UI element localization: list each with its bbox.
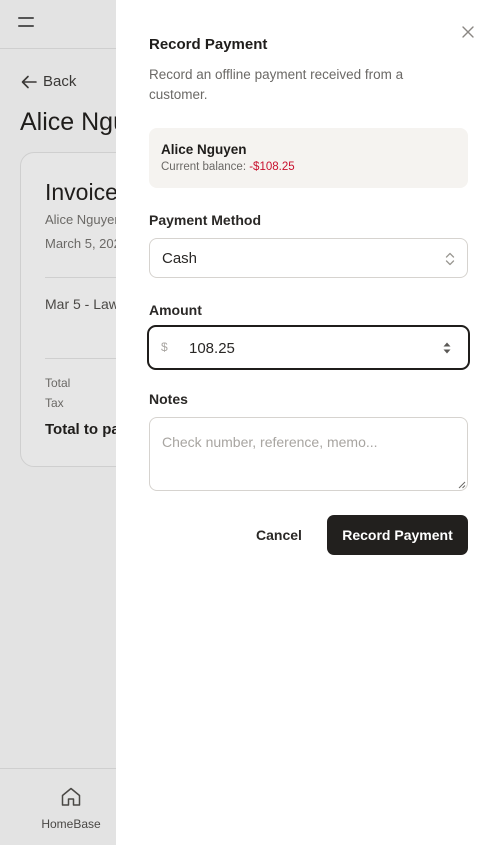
number-stepper-icon[interactable]	[442, 340, 452, 356]
invoice-title: Invoice	[45, 179, 118, 205]
resize-handle-icon[interactable]	[457, 480, 466, 489]
cancel-button[interactable]: Cancel	[246, 515, 312, 555]
notes-label: Notes	[149, 391, 188, 407]
invoice-total-label: Total	[45, 376, 71, 390]
home-icon	[61, 787, 81, 806]
notes-textarea[interactable]	[149, 417, 468, 491]
nav-home-label: HomeBase	[41, 817, 101, 831]
record-payment-button[interactable]: Record Payment	[327, 515, 468, 555]
drawer-description: Record an offline payment received from …	[149, 67, 404, 102]
back-link[interactable]: Back	[21, 73, 76, 90]
back-label: Back	[43, 73, 77, 90]
current-balance-label: Current balance:	[161, 161, 250, 173]
nav-item-home[interactable]: HomeBase	[41, 785, 101, 831]
current-balance-value: -$108.25	[249, 161, 295, 173]
amount-label: Amount	[149, 302, 202, 318]
record-payment-drawer: Record Payment Record an offline payment…	[116, 0, 500, 845]
chevron-up-down-icon	[445, 252, 455, 266]
payment-method-value: Cash	[162, 250, 198, 267]
close-button[interactable]	[460, 24, 476, 40]
invoice-tax-label: Tax	[45, 396, 64, 410]
customer-summary: Alice Nguyen Current balance: -$108.25	[149, 128, 468, 188]
payment-method-label: Payment Method	[149, 212, 262, 228]
arrow-left-icon	[21, 75, 37, 88]
currency-prefix: $	[161, 340, 168, 354]
close-icon	[462, 26, 474, 38]
amount-field[interactable]: $	[147, 325, 470, 370]
invoice-customer: Alice Nguyen	[45, 212, 122, 227]
amount-input[interactable]	[189, 337, 429, 359]
menu-icon[interactable]	[18, 17, 34, 29]
payment-method-select[interactable]: Cash	[149, 238, 468, 278]
customer-name: Alice Nguyen	[161, 142, 247, 157]
drawer-title: Record Payment	[149, 36, 268, 53]
current-balance: Current balance: -$108.25	[161, 161, 295, 173]
